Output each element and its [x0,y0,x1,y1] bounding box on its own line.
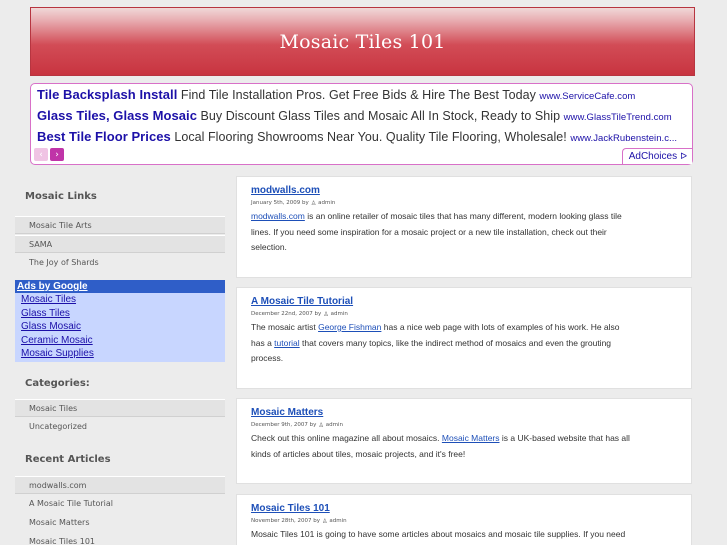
post-body: The mosaic artist George Fishman has a n… [251,320,677,367]
post-text: The mosaic artist [251,322,319,332]
post-author: admin [318,200,336,206]
post-meta: January 5th, 2009 by ♙ admin [251,199,677,208]
ad-text: Local Flooring Showrooms Near You. Quali… [170,130,571,144]
post: Mosaic Tiles 101 November 28th, 2007 by … [236,494,692,545]
post-title[interactable]: A Mosaic Tile Tutorial [251,294,677,310]
post-text: is an online retailer of mosaic tiles th… [304,211,622,221]
post-text: process. [251,353,284,363]
chevron-left-icon[interactable]: ‹ [34,148,48,161]
post-link[interactable]: modwalls.com [251,211,305,221]
adchoices-label: AdChoices [628,151,678,162]
post-author: admin [325,422,344,428]
ad-text: Find Tile Installation Pros. Get Free Bi… [177,88,540,102]
post-text: is a UK-based website that has all [499,433,630,443]
category-link[interactable]: Mosaic Tiles [15,398,225,417]
ads-by-google-link[interactable]: Ads by Google [15,280,225,293]
user-icon: ♙ [318,422,324,429]
post-text: kinds of articles about tiles, mosaic pr… [251,448,466,459]
post-author: admin [329,518,347,524]
main-content: modwalls.com January 5th, 2009 by ♙ admi… [233,172,727,545]
post-body: modwalls.com is an online retailer of mo… [251,209,677,256]
post-date: November 28th, 2007 by [251,518,320,524]
post-link[interactable]: tutorial [274,338,300,348]
recent-link[interactable]: modwalls.com [15,475,225,494]
ad-text: Buy Discount Glass Tiles and Mosaic All … [197,109,564,123]
ad-nav: ‹ › [34,148,64,161]
post-text: lines. If you need some inspiration for … [251,226,607,237]
ad-url[interactable]: www.GlassTileTrend.com [564,112,672,123]
sidebar-link[interactable]: Mosaic Tile Arts [15,216,225,234]
post-text: selection. [251,242,287,252]
sidebar: Mosaic Links Mosaic Tile Arts SAMA The J… [15,176,225,545]
post: Mosaic Matters December 9th, 2007 by ♙ a… [236,398,692,484]
ad-title[interactable]: Tile Backsplash Install [37,87,177,102]
user-icon: ♙ [310,200,317,207]
post: A Mosaic Tile Tutorial December 22nd, 20… [236,287,692,389]
post-title[interactable]: Mosaic Matters [251,405,677,421]
recent-link[interactable]: A Mosaic Tile Tutorial [15,495,225,513]
adchoices-icon: ᐅ [680,151,687,161]
ad-title[interactable]: Glass Tiles, Glass Mosaic [37,108,197,123]
google-ad-link[interactable]: Mosaic Supplies [15,347,225,361]
ad-url[interactable]: www.JackRubenstein.c... [570,133,677,144]
post-author: admin [330,311,348,317]
user-icon: ♙ [322,518,328,525]
post-link[interactable]: Mosaic Matters [442,433,500,443]
post-text: Check out this online magazine all about… [251,433,442,443]
ad-row[interactable]: Tile Backsplash Install Find Tile Instal… [37,87,635,102]
recent-link[interactable]: Mosaic Tiles 101 [15,533,225,545]
post-date: December 22nd, 2007 by [251,311,322,317]
recent-heading: Recent Articles [25,453,111,465]
post-body: Check out this online magazine all about… [251,431,677,462]
post-meta: November 28th, 2007 by ♙ admin [251,517,677,526]
category-link[interactable]: Uncategorized [15,418,225,436]
ad-row[interactable]: Best Tile Floor Prices Local Flooring Sh… [37,129,677,144]
chevron-right-icon[interactable]: › [50,148,64,161]
google-ad-link[interactable]: Glass Mosaic [15,320,225,334]
sidebar-link[interactable]: SAMA [15,235,225,253]
post-body: Mosaic Tiles 101 is going to have some a… [251,527,677,543]
post-text: Mosaic Tiles 101 is going to have some a… [251,529,626,539]
post-text: has a nice web page with lots of example… [381,322,620,332]
site-title[interactable]: Mosaic Tiles 101 [279,31,445,53]
post-link[interactable]: George Fishman [318,322,381,332]
post-text: has a [251,337,275,348]
post-date: January 5th, 2009 by [251,200,309,206]
google-ads-box: Ads by Google Mosaic Tiles Glass Tiles G… [15,280,225,362]
ad-row[interactable]: Glass Tiles, Glass Mosaic Buy Discount G… [37,108,672,123]
sidebar-link[interactable]: The Joy of Shards [15,254,225,272]
ad-url[interactable]: www.ServiceCafe.com [539,91,635,102]
post-title[interactable]: modwalls.com [251,183,677,199]
google-ad-link[interactable]: Mosaic Tiles [15,293,225,307]
site-header: Mosaic Tiles 101 [30,7,695,76]
ad-title[interactable]: Best Tile Floor Prices [37,129,171,144]
categories-heading: Categories: [25,377,90,389]
post-title[interactable]: Mosaic Tiles 101 [251,501,677,517]
google-ad-link[interactable]: Ceramic Mosaic [15,334,225,348]
post-date: December 9th, 2007 by [251,422,317,428]
post: modwalls.com January 5th, 2009 by ♙ admi… [236,176,692,278]
user-icon: ♙ [323,311,329,318]
post-meta: December 22nd, 2007 by ♙ admin [251,310,677,319]
google-ad-link[interactable]: Glass Tiles [15,307,225,321]
ad-banner: Tile Backsplash Install Find Tile Instal… [30,83,693,165]
links-heading: Mosaic Links [25,191,97,202]
post-meta: December 9th, 2007 by ♙ admin [251,421,677,430]
adchoices-link[interactable]: AdChoices ᐅ [621,148,692,164]
recent-link[interactable]: Mosaic Matters [15,514,225,532]
post-text: that covers many topics, like the indire… [299,337,612,348]
